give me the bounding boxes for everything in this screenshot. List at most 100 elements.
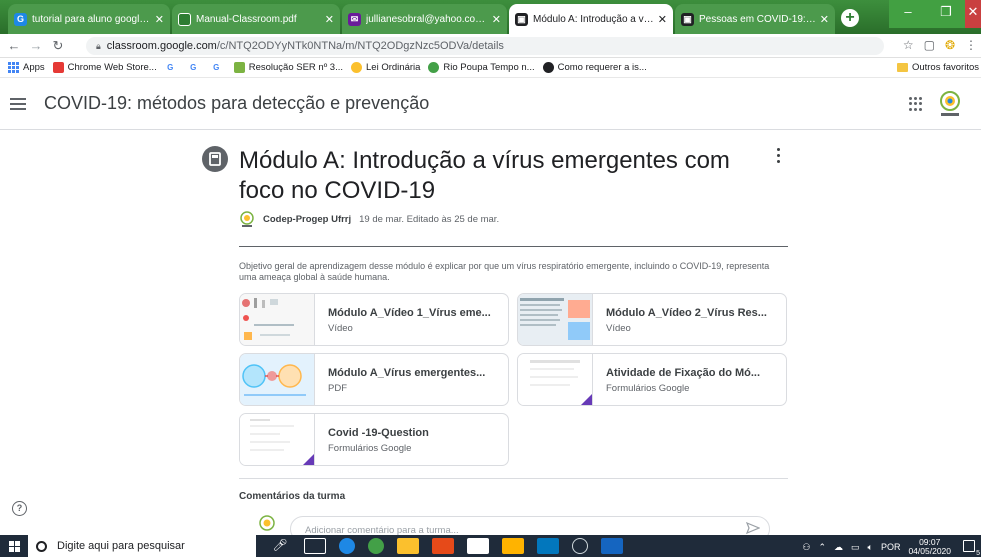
attachment-type: Vídeo <box>606 323 631 334</box>
material-type-icon <box>202 146 228 172</box>
browser-tab-3[interactable]: ✉ jullianesobral@yahoo.com.br ✕ <box>342 4 507 34</box>
close-icon[interactable]: ✕ <box>658 13 667 26</box>
cloud-icon[interactable]: ☁ <box>834 542 843 553</box>
pdf-thumbnail <box>240 354 315 405</box>
app-icon[interactable] <box>537 538 559 554</box>
bookmark-como-requerer[interactable]: Como requerer a is... <box>542 62 647 73</box>
close-icon[interactable]: ✕ <box>820 13 829 26</box>
bookmark-other-favorites[interactable]: Outros favoritos <box>896 62 979 73</box>
menu-icon[interactable]: ⋮ <box>965 38 977 52</box>
coin-icon <box>351 62 363 73</box>
video-thumbnail <box>240 294 315 345</box>
tab-title: jullianesobral@yahoo.com.br <box>366 13 488 25</box>
task-view-icon[interactable] <box>304 538 326 554</box>
comments-title: Comentários da turma <box>239 491 346 502</box>
browser-tab-5[interactable]: ▣ Pessoas em COVID-19: métod ✕ <box>675 4 835 34</box>
bookmark-apps[interactable]: Apps <box>8 62 45 73</box>
bookmark-label: Rio Poupa Tempo n... <box>443 62 535 73</box>
close-icon[interactable]: ✕ <box>155 13 164 26</box>
bookmarks-bar: Apps Chrome Web Store... G G G Resolução… <box>0 58 981 78</box>
url-path: /c/NTQ2ODYyNTk0NTNa/m/NTQ2ODgzNzc5ODVa/d… <box>216 40 504 52</box>
lock-icon: 🔒︎ <box>96 40 101 51</box>
forward-icon[interactable]: → <box>28 38 44 53</box>
attachment-title: Módulo A_Vídeo 1_Vírus eme... <box>328 307 491 319</box>
bookmark-google-1[interactable]: G <box>164 62 180 73</box>
browser-tab-strip: G tutorial para aluno google cla ✕ Manua… <box>0 0 981 34</box>
forms-corner-mark <box>579 394 592 405</box>
attachment-card[interactable]: Atividade de Fixação do Mó... Formulário… <box>517 353 787 406</box>
attachment-title: Módulo A_Vídeo 2_Vírus Res... <box>606 307 767 319</box>
new-tab-button[interactable]: + <box>841 9 859 27</box>
chrome-icon[interactable] <box>368 538 384 554</box>
send-icon[interactable] <box>746 522 760 534</box>
attachment-type: Formulários Google <box>328 443 412 454</box>
microphone-icon[interactable]: 🎤︎ <box>269 538 291 554</box>
network-icon[interactable]: ▭ <box>851 542 860 553</box>
profile-icon[interactable]: ❂ <box>945 38 955 52</box>
clock[interactable]: 09:07 04/05/2020 <box>908 538 951 556</box>
edge-icon[interactable] <box>339 538 355 554</box>
url-input[interactable]: 🔒︎ classroom.google.com/c/NTQ2ODYyNTk0NT… <box>86 37 884 55</box>
attachment-card[interactable]: Covid -19-Question Formulários Google <box>239 413 509 466</box>
store-icon[interactable] <box>467 538 489 554</box>
language-indicator[interactable]: POR <box>881 542 901 552</box>
browser-tab-4-active[interactable]: ▣ Módulo A: Introdução a vírus e ✕ <box>509 4 673 34</box>
bookmark-google-2[interactable]: G <box>187 62 203 73</box>
taskbar-search-placeholder: Digite aqui para pesquisar <box>57 540 185 552</box>
extension-icon[interactable]: ▢ <box>924 38 935 52</box>
app-icon[interactable] <box>432 538 454 554</box>
account-avatar[interactable] <box>937 90 963 118</box>
course-title[interactable]: COVID-19: métodos para detecção e preven… <box>44 93 429 114</box>
drive-icon <box>178 12 191 26</box>
tab-title: tutorial para aluno google cla <box>32 13 151 25</box>
bookmark-label: Apps <box>23 62 45 73</box>
google-icon: G <box>210 62 222 73</box>
word-icon[interactable] <box>601 538 623 554</box>
bookmark-google-3[interactable]: G <box>210 62 226 73</box>
attachment-card[interactable]: Módulo A_Vídeo 2_Vírus Res... Vídeo <box>517 293 787 346</box>
browser-tab-1[interactable]: G tutorial para aluno google cla ✕ <box>8 4 170 34</box>
forms-corner-mark <box>301 454 314 465</box>
windows-start-icon[interactable] <box>0 535 28 557</box>
folder-app-icon[interactable] <box>502 538 524 554</box>
reload-icon[interactable]: ↻ <box>50 38 66 54</box>
bookmark-poupa-tempo[interactable]: Rio Poupa Tempo n... <box>428 62 535 73</box>
notifications-icon[interactable]: 5 <box>963 540 980 557</box>
browser-tab-2[interactable]: Manual-Classroom.pdf ✕ <box>172 4 340 34</box>
bookmark-label: Lei Ordinária <box>366 62 421 73</box>
close-icon[interactable]: ✕ <box>492 13 501 26</box>
tab-title: Manual-Classroom.pdf <box>196 13 297 25</box>
attachment-type: Formulários Google <box>606 383 690 394</box>
tab-title: Pessoas em COVID-19: métod <box>699 13 816 25</box>
back-icon[interactable]: ← <box>6 38 22 53</box>
close-window-button[interactable]: ✕ <box>965 0 981 28</box>
video-thumbnail <box>518 294 593 345</box>
volume-icon[interactable]: 🔈︎ <box>868 542 873 553</box>
file-explorer-icon[interactable] <box>397 538 419 554</box>
circle-icon <box>542 62 554 73</box>
taskbar-search-box[interactable]: Digite aqui para pesquisar <box>28 535 256 557</box>
bookmark-lei-ordinaria[interactable]: Lei Ordinária <box>351 62 420 73</box>
attachment-card[interactable]: Módulo A_Vídeo 1_Vírus eme... Vídeo <box>239 293 509 346</box>
bookmark-resolucao[interactable]: Resolução SER nº 3... <box>233 62 343 73</box>
chevron-up-icon[interactable]: ⌃ <box>818 542 826 553</box>
help-icon[interactable]: ? <box>12 501 27 516</box>
app-icon[interactable] <box>572 538 588 554</box>
bookmark-chrome-web-store[interactable]: Chrome Web Store... <box>52 62 157 73</box>
tab-title: Módulo A: Introdução a vírus e <box>533 13 654 25</box>
google-icon: G <box>14 12 27 26</box>
attachment-card[interactable]: Módulo A_Vírus emergentes... PDF <box>239 353 509 406</box>
mail-icon: ✉ <box>348 12 361 26</box>
more-options-icon[interactable] <box>775 148 781 166</box>
apps-grid-icon <box>8 62 19 73</box>
user-avatar <box>259 515 275 531</box>
main-menu-icon[interactable] <box>10 97 26 110</box>
close-icon[interactable]: ✕ <box>325 13 334 26</box>
google-apps-icon[interactable] <box>909 97 923 111</box>
minimize-button[interactable]: – <box>889 0 927 28</box>
star-icon[interactable]: ☆ <box>903 38 914 52</box>
restore-button[interactable]: ❐ <box>927 0 965 28</box>
attachment-type: Vídeo <box>328 323 353 334</box>
people-icon[interactable]: ⚇ <box>802 542 810 553</box>
attachment-type: PDF <box>328 383 347 394</box>
